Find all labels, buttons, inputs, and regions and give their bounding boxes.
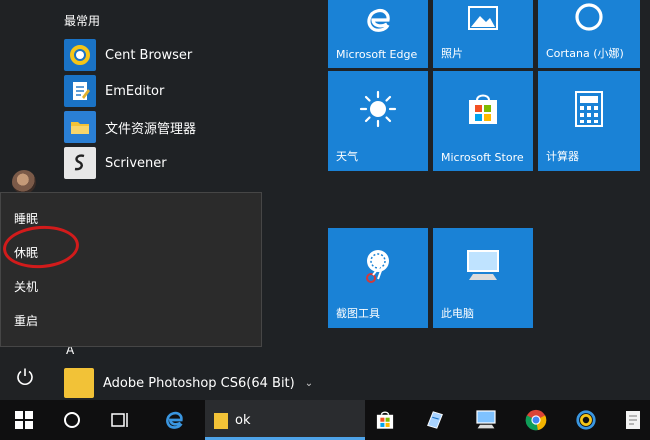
app-item-emeditor[interactable]: EmEditor: [64, 73, 314, 109]
app-label: 文件资源管理器: [105, 121, 197, 137]
taskbar-edge[interactable]: [152, 400, 196, 440]
tile-label: Cortana (小娜): [546, 47, 624, 60]
scrivener-icon: [64, 147, 96, 179]
tile-label: 天气: [336, 150, 358, 163]
task-view-icon: [111, 413, 128, 427]
store-icon: [464, 90, 502, 132]
edge-icon: [363, 5, 393, 39]
windows-logo-icon: [15, 411, 33, 429]
tile-calculator[interactable]: 计算器: [538, 71, 640, 171]
power-icon[interactable]: [14, 366, 36, 388]
app-item-photoshop-folder[interactable]: Adobe Photoshop CS6(64 Bit) ⌄: [64, 366, 324, 400]
tile-microsoft-store[interactable]: Microsoft Store: [433, 71, 533, 171]
this-pc-icon: [463, 248, 503, 288]
file-explorer-icon: [64, 111, 96, 143]
folder-icon: [64, 368, 94, 398]
cent-browser-icon: [64, 39, 96, 71]
cortana-search-button[interactable]: [52, 400, 92, 440]
emeditor-icon: [427, 411, 443, 429]
weather-sun-icon: [358, 89, 398, 133]
tile-microsoft-edge[interactable]: Microsoft Edge: [328, 0, 428, 68]
folder-icon: [214, 413, 228, 429]
tile-label: 截图工具: [336, 307, 380, 320]
app-label: EmEditor: [105, 83, 165, 99]
tile-this-pc[interactable]: 此电脑: [433, 228, 533, 328]
cortana-icon: [573, 1, 605, 37]
tile-label: Microsoft Edge: [336, 48, 418, 61]
taskbar-cent-browser[interactable]: [566, 400, 606, 440]
taskbar-store[interactable]: [365, 400, 405, 440]
cent-browser-icon: [576, 410, 596, 430]
tile-photos[interactable]: 照片: [433, 0, 533, 68]
app-label: Adobe Photoshop CS6(64 Bit): [103, 375, 295, 391]
taskbar-emeditor[interactable]: [415, 400, 455, 440]
menu-item-shutdown[interactable]: 关机: [14, 278, 38, 295]
taskbar-window-ok[interactable]: ok: [205, 400, 365, 440]
tile-weather[interactable]: 天气: [328, 71, 428, 171]
chrome-icon: [525, 409, 547, 431]
taskbar-this-pc[interactable]: [466, 400, 506, 440]
start-button[interactable]: [0, 400, 48, 440]
user-avatar[interactable]: [12, 170, 36, 194]
edge-icon: [166, 411, 183, 429]
tile-label: 照片: [441, 47, 463, 60]
taskbar-chrome[interactable]: [516, 400, 556, 440]
app-item-file-explorer[interactable]: 文件资源管理器: [64, 109, 314, 145]
window-title: ok: [235, 412, 251, 428]
tile-label: Microsoft Store: [441, 151, 524, 164]
tile-label: 此电脑: [441, 307, 474, 320]
app-item-scrivener[interactable]: Scrivener: [64, 145, 314, 181]
menu-item-sleep[interactable]: 睡眠: [14, 210, 38, 227]
tile-snipping-tool[interactable]: 截图工具: [328, 228, 428, 328]
tile-cortana[interactable]: Cortana (小娜): [538, 0, 640, 68]
app-label: Scrivener: [105, 155, 167, 171]
notepad-icon: [626, 411, 640, 429]
store-icon: [376, 411, 394, 429]
app-item-cent-browser[interactable]: Cent Browser: [64, 37, 314, 73]
chevron-down-icon[interactable]: ⌄: [305, 378, 313, 389]
taskbar-notepad[interactable]: [616, 400, 650, 440]
calculator-icon: [574, 90, 604, 132]
tile-label: 计算器: [546, 150, 579, 163]
snipping-tool-icon: [358, 246, 398, 290]
photos-icon: [467, 5, 499, 35]
task-view-button[interactable]: [100, 400, 140, 440]
this-pc-icon: [476, 410, 496, 429]
app-label: Cent Browser: [105, 47, 193, 63]
menu-item-restart[interactable]: 重启: [14, 312, 38, 329]
most-used-header: 最常用: [64, 14, 101, 28]
cortana-circle-icon: [64, 412, 80, 428]
emeditor-icon: [64, 75, 96, 107]
power-options-menu: [0, 192, 262, 347]
